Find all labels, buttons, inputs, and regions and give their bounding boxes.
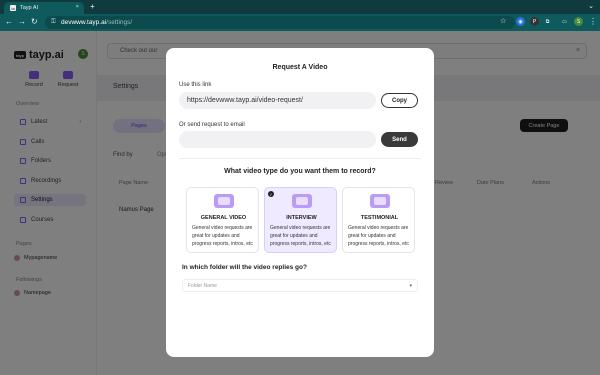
general-video-illustration-icon <box>214 194 234 208</box>
folder-select-value: Folder Name <box>188 282 217 289</box>
browser-tab[interactable]: ta Tayp AI × <box>4 2 84 14</box>
card-title: GENERAL VIDEO <box>200 215 247 221</box>
tab-title: Tayp AI <box>20 5 39 11</box>
interview-illustration-icon <box>292 194 312 208</box>
new-tab-icon[interactable]: + <box>90 2 95 11</box>
modal-title: Request A Video <box>272 64 328 71</box>
extension-icon[interactable]: ◉ <box>516 17 525 26</box>
address-toolbar: ← → ↻ ⚿ devwww.tayp.ai /settings/ ☆ ◉ P … <box>0 14 600 31</box>
link-label: Use this link <box>179 82 212 88</box>
send-button[interactable]: Send <box>381 132 418 147</box>
chevron-down-icon: ▾ <box>409 283 412 289</box>
back-icon[interactable]: ← <box>5 17 13 26</box>
sidebar-icon[interactable]: ▭ <box>560 17 569 26</box>
card-description: General video requests are great for upd… <box>348 225 409 247</box>
card-title: INTERVIEW <box>286 215 317 221</box>
folder-question: In which folder will the video replies g… <box>182 264 307 271</box>
email-label: Or send request to email <box>179 122 245 128</box>
tab-search-icon[interactable]: ⌄ <box>588 2 594 10</box>
lock-icon[interactable]: ⚿ <box>51 19 56 26</box>
video-request-link-field[interactable]: https://devwww.tayp.ai/video-request/ <box>179 92 376 109</box>
check-icon: ✓ <box>268 191 274 197</box>
card-testimonial[interactable]: TESTIMONIAL General video requests are g… <box>342 187 415 253</box>
url-host: devwww.tayp.ai <box>61 19 107 26</box>
favicon-icon: ta <box>10 5 16 11</box>
url-path: /settings/ <box>106 19 133 26</box>
testimonial-illustration-icon <box>370 194 390 208</box>
card-general-video[interactable]: GENERAL VIDEO General video requests are… <box>186 187 259 253</box>
extensions-puzzle-icon[interactable]: ⧉ <box>543 17 552 26</box>
profile-avatar[interactable]: S <box>574 17 583 26</box>
card-interview[interactable]: ✓ INTERVIEW General video requests are g… <box>264 187 337 253</box>
extension-icon[interactable]: P <box>530 17 539 26</box>
url-bar[interactable]: ⚿ devwww.tayp.ai /settings/ <box>45 16 515 29</box>
close-tab-icon[interactable]: × <box>76 4 79 10</box>
menu-icon[interactable]: ⋮ <box>589 17 597 26</box>
card-description: General video requests are great for upd… <box>270 225 331 247</box>
request-video-modal: Request A Video Use this link https://de… <box>166 48 434 357</box>
card-description: General video requests are great for upd… <box>192 225 253 247</box>
divider <box>179 158 421 159</box>
link-value: https://devwww.tayp.ai/video-request/ <box>187 97 303 104</box>
reload-icon[interactable]: ↻ <box>31 17 38 26</box>
card-title: TESTIMONIAL <box>360 215 399 221</box>
email-field[interactable] <box>179 131 376 148</box>
browser-tabbar: ta Tayp AI × + ⌄ <box>0 0 600 14</box>
star-icon[interactable]: ☆ <box>500 17 506 25</box>
copy-button[interactable]: Copy <box>381 93 418 108</box>
forward-icon[interactable]: → <box>18 17 26 26</box>
folder-select[interactable]: Folder Name ▾ <box>182 279 418 292</box>
video-type-question: What video type do you want them to reco… <box>224 168 376 175</box>
